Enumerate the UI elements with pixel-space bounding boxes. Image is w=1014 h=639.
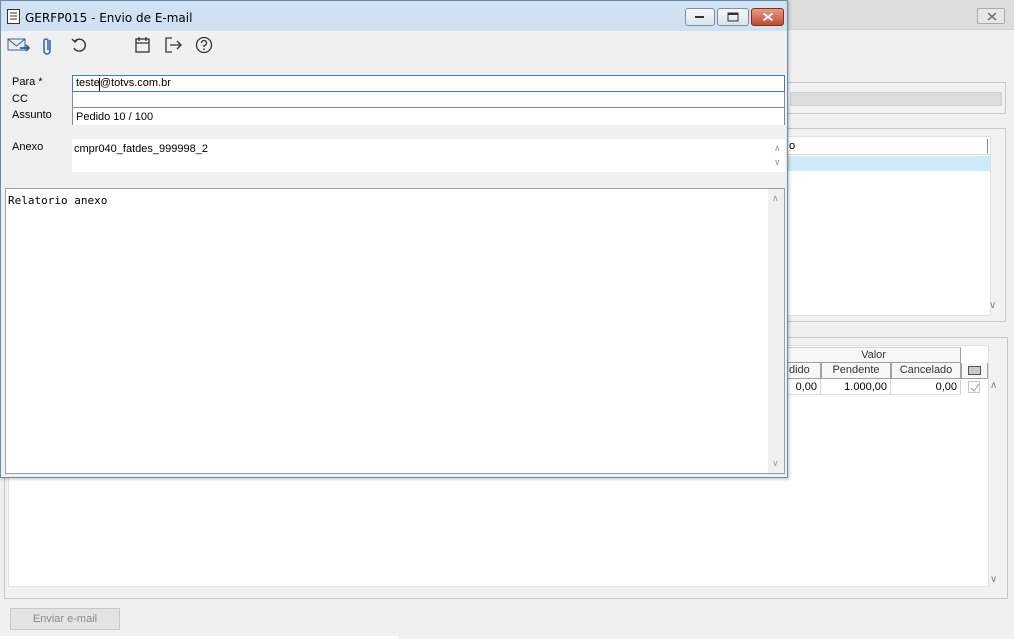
calendar-icon <box>135 37 150 53</box>
help-toolbar-button[interactable] <box>195 36 217 56</box>
dialog-title-bar[interactable]: GERFP015 - Envio de E-mail <box>1 1 787 31</box>
scroll-up-icon[interactable]: ∧ <box>772 193 779 204</box>
grid-cell-pedido[interactable]: 0,00 <box>787 379 821 395</box>
exit-toolbar-button[interactable] <box>164 36 186 56</box>
grid-select-all-checkbox[interactable] <box>961 363 988 379</box>
close-icon <box>762 12 773 22</box>
checkbox-icon <box>968 366 981 375</box>
parent-list[interactable]: o <box>786 136 991 316</box>
message-body-scrollbar[interactable]: ∧ ∨ <box>768 189 784 473</box>
attach-toolbar-button[interactable] <box>41 36 63 56</box>
parent-list-selected-row[interactable] <box>787 156 990 171</box>
minimize-icon <box>695 16 704 18</box>
document-icon <box>7 9 20 24</box>
close-icon <box>987 12 997 21</box>
grid-scroll-up-icon[interactable]: ∧ <box>990 380 997 391</box>
header-fields: teste@totvs.com.br Pedido 10 / 100 <box>72 75 785 125</box>
list-scroll-down-icon[interactable]: ∨ <box>989 300 996 311</box>
undo-toolbar-button[interactable] <box>70 36 92 56</box>
grid-cell-cancelado[interactable]: 0,00 <box>891 379 961 395</box>
dialog-title: GERFP015 - Envio de E-mail <box>25 11 193 25</box>
send-email-button[interactable]: Enviar e-mail <box>10 608 120 630</box>
parent-close-button[interactable] <box>977 8 1005 24</box>
calendar-toolbar-button[interactable] <box>134 36 156 56</box>
grid-scroll-down-icon[interactable]: ∨ <box>990 574 997 585</box>
text-caret <box>99 78 100 91</box>
grid-scrollbar[interactable]: ∧ ∨ <box>990 380 1002 585</box>
assunto-label: Assunto <box>12 109 52 121</box>
send-email-icon <box>7 38 31 52</box>
send-email-toolbar-button[interactable] <box>7 36 31 56</box>
checkmark-icon <box>970 383 980 392</box>
attach-clip-icon <box>43 38 51 55</box>
minimize-button[interactable] <box>685 8 715 26</box>
dialog-toolbar <box>1 31 787 59</box>
exit-icon <box>165 37 182 53</box>
parent-list-header[interactable]: o <box>787 137 990 155</box>
grid-group-header-valor: Valor <box>787 347 961 363</box>
grid-cell-pendente[interactable]: 1.000,00 <box>821 379 891 395</box>
cc-field[interactable] <box>73 92 784 108</box>
assunto-field[interactable]: Pedido 10 / 100 <box>73 109 784 125</box>
anexo-label: Anexo <box>12 141 44 153</box>
grid-column-header[interactable]: dido <box>787 363 821 379</box>
scroll-up-icon[interactable]: ∧ <box>774 143 781 154</box>
grid-column-header-cancelado[interactable]: Cancelado <box>891 363 961 379</box>
maximize-icon <box>727 12 739 22</box>
message-body-editor[interactable]: Relatorio anexo ∧ ∨ <box>5 188 785 474</box>
grid-row-checkbox[interactable] <box>968 381 980 393</box>
attachment-list[interactable]: cmpr040_fatdes_999998_2 ∧ ∨ <box>72 139 785 172</box>
email-dialog: GERFP015 - Envio de E-mail Para * CC Ass… <box>0 0 788 478</box>
maximize-button[interactable] <box>717 8 749 26</box>
para-label: Para * <box>12 76 43 88</box>
scroll-down-icon[interactable]: ∨ <box>772 458 779 469</box>
attachment-item[interactable]: cmpr040_fatdes_999998_2 <box>74 143 208 155</box>
help-icon <box>195 36 213 54</box>
scroll-down-icon[interactable]: ∨ <box>774 157 781 168</box>
cc-label: CC <box>12 93 28 105</box>
message-body-text[interactable]: Relatorio anexo <box>8 194 107 207</box>
parent-progress-bar <box>790 92 1002 106</box>
grid-column-header-pendente[interactable]: Pendente <box>821 363 891 379</box>
undo-icon <box>71 38 86 52</box>
para-field[interactable]: teste@totvs.com.br <box>72 75 785 92</box>
close-button[interactable] <box>751 8 784 26</box>
